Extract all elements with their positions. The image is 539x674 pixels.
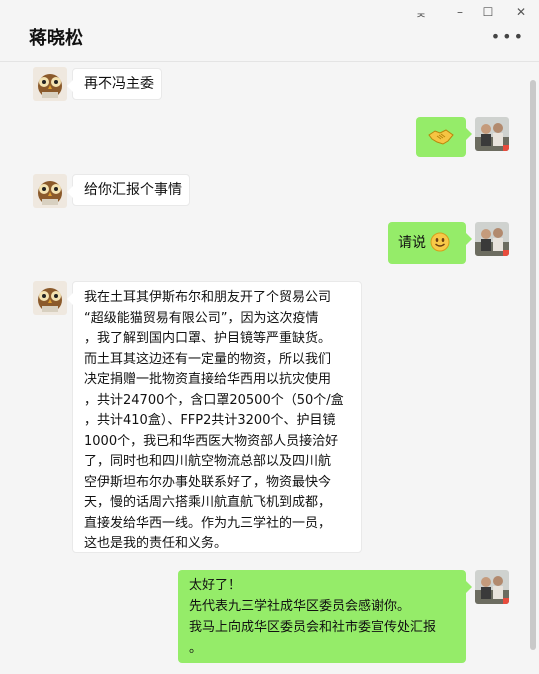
message-line: 先代表九三学社成华区委员会感谢你。 [189, 599, 411, 614]
self-avatar[interactable] [475, 222, 509, 256]
message-line: 这也是我的责任和义务。 [84, 536, 228, 551]
message-line: 了，同时也和四川航空物流总部以及四川航 [84, 454, 332, 469]
message-bubble-received[interactable]: 再不冯主委 [67, 68, 162, 100]
message-bubble-received[interactable]: 给你汇报个事情 [67, 174, 190, 206]
chat-title: 蒋晓松 [29, 28, 83, 49]
message-line: 决定捐赠一批物资直接给华西用以抗灾使用 [84, 372, 332, 387]
message-line: ，我了解到国内口罩、护目镜等严重缺货。 [84, 331, 332, 346]
message-bubble-sent[interactable]: 请说 [388, 222, 472, 264]
contact-avatar[interactable] [33, 67, 67, 101]
self-avatar[interactable] [475, 570, 509, 604]
message-line: 直接发给华西一线。作为九三学社的一员， [84, 515, 332, 531]
message-line: “超级能猫贸易有限公司”，因为这次疫情 [84, 310, 319, 326]
message-line: 太好了！ [189, 578, 242, 593]
message-bubble-sent[interactable]: 太好了！ 先代表九三学社成华区委员会感谢你。 我马上向成华区委员会和社市委宣传处… [178, 570, 472, 663]
pin-icon[interactable]: ᆽ [410, 3, 432, 21]
contact-avatar[interactable] [33, 174, 67, 208]
message-bubble-sent[interactable] [416, 117, 472, 157]
message-line: ，共计24700个，含口罩20500个（50个/盒 [84, 392, 344, 408]
message-line: 我马上向成华区委员会和社市委宣传处汇报 [189, 620, 437, 635]
minimize-button[interactable]: – [449, 3, 471, 21]
chat-scrollbar[interactable] [530, 80, 536, 650]
message-text: 请说 [398, 235, 426, 251]
message-line: 空伊斯坦布尔办事处联系好了，物资最快今 [84, 474, 332, 490]
message-list[interactable]: 再不冯主委 给你汇报个事情 请说 我在土耳其伊斯布尔和朋友开了个贸易公司 “超级… [0, 62, 539, 674]
message-line: ，共计410盒）、FFP2共计3200个、护目镜 [84, 413, 336, 428]
handshake-emoji-icon [428, 129, 454, 145]
close-button[interactable]: ✕ [510, 3, 532, 21]
message-bubble-received[interactable]: 我在土耳其伊斯布尔和朋友开了个贸易公司 “超级能猫贸易有限公司”，因为这次疫情 … [67, 281, 362, 553]
message-line: 而土耳其这边还有一定量的物资，所以我们 [84, 351, 332, 367]
smile-emoji-icon [430, 232, 450, 252]
maximize-button[interactable]: ☐ [477, 3, 499, 21]
contact-avatar[interactable] [33, 281, 67, 315]
more-options-icon[interactable]: ••• [491, 29, 525, 45]
message-line: 我在土耳其伊斯布尔和朋友开了个贸易公司 [84, 290, 332, 305]
message-line: 。 [189, 641, 203, 656]
message-line: 1000个，我已和华西医大物资部人员接洽好 [84, 433, 339, 449]
self-avatar[interactable] [475, 117, 509, 151]
message-line: 天，慢的话周六搭乘川航直航飞机到成都， [84, 495, 332, 510]
title-bar: 蒋晓松 ᆽ – ☐ ✕ ••• [0, 0, 539, 62]
